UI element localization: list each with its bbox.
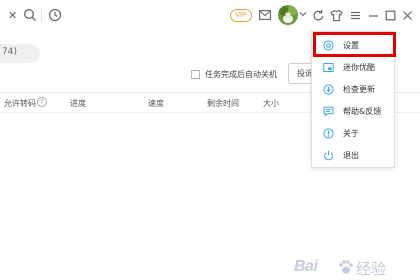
watermark-brand: Bai — [294, 258, 318, 275]
close-icon[interactable] — [401, 9, 414, 22]
update-icon — [323, 83, 334, 95]
divider — [41, 9, 42, 22]
menu-item-label: 检查更新 — [343, 84, 375, 94]
chevron-down-icon[interactable] — [299, 11, 307, 17]
menu-item-about[interactable]: 关于 — [312, 123, 396, 143]
menu-item-label: 关于 — [343, 128, 359, 138]
menu-item-exit[interactable]: 退出 — [312, 145, 396, 165]
menu-item-label: 退出 — [343, 150, 359, 160]
clock-icon[interactable] — [48, 8, 62, 22]
feedback-icon — [323, 106, 334, 117]
skin-icon[interactable] — [330, 9, 343, 22]
avatar[interactable] — [278, 5, 298, 25]
mail-icon[interactable] — [259, 10, 271, 20]
help-icon[interactable]: ? — [37, 97, 47, 107]
auto-shutdown-option[interactable]: 任务完成后自动关机 — [191, 69, 277, 80]
watermark: Bai 经验 — [282, 256, 412, 278]
vip-badge[interactable]: VIP — [230, 9, 252, 22]
settings-highlight-box — [313, 32, 396, 57]
clear-search-icon[interactable]: ✕ — [8, 9, 17, 22]
auto-shutdown-checkbox[interactable] — [191, 70, 200, 79]
info-icon — [323, 127, 334, 139]
auto-shutdown-label: 任务完成后自动关机 — [205, 70, 277, 79]
filter-pill[interactable]: 74) — [0, 44, 40, 63]
top-toolbar: ✕ VIP — [0, 0, 420, 32]
column-header-size[interactable]: 大小 — [263, 98, 279, 109]
maximize-icon[interactable] — [384, 9, 397, 22]
power-icon — [324, 150, 333, 160]
paw-icon — [339, 260, 353, 274]
menu-item-mini-player[interactable]: 迷你优酷 — [312, 57, 396, 77]
menu-icon[interactable] — [349, 9, 362, 22]
refresh-icon[interactable] — [312, 9, 325, 22]
watermark-suffix: 经验 — [356, 260, 387, 278]
menu-item-check-update[interactable]: 检查更新 — [312, 79, 396, 99]
column-header-speed[interactable]: 速度 — [148, 98, 164, 109]
menu-item-help-feedback[interactable]: 帮助&反馈 — [312, 101, 396, 121]
menu-item-label: 迷你优酷 — [343, 62, 375, 72]
column-header-remaining-time[interactable]: 剩余时间 — [207, 98, 239, 109]
column-header-transcode[interactable]: 允许转码 — [4, 98, 36, 109]
search-icon[interactable] — [23, 8, 37, 22]
column-header-progress[interactable]: 进度 — [70, 98, 86, 109]
mini-window-icon — [323, 62, 334, 72]
minimize-icon[interactable] — [367, 9, 380, 22]
filter-pill-label: 74) — [2, 47, 17, 57]
menu-item-label: 帮助&反馈 — [343, 106, 382, 116]
